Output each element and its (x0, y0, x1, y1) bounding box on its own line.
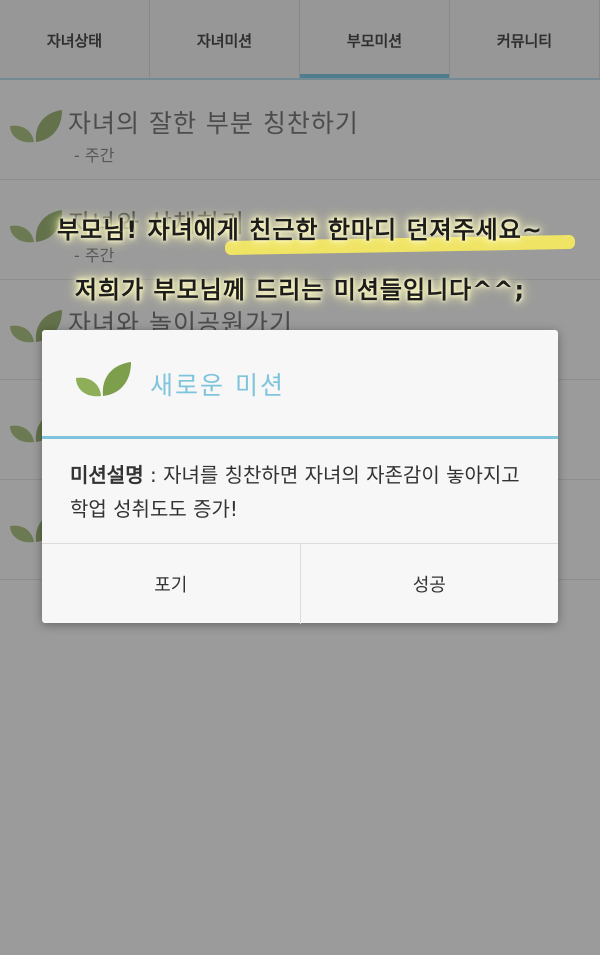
dialog-header: 새로운 미션 (42, 330, 558, 437)
dialog-divider (42, 436, 558, 439)
mission-description: 미션설명 : 자녀를 칭찬하면 자녀의 자존감이 놓아지고 학업 성취도도 증가… (70, 458, 540, 526)
success-button[interactable]: 성공 (299, 544, 559, 624)
description-label: 미션설명 (70, 463, 144, 487)
banner-line-2: 저희가 부모님께 드리는 미션들입니다^^; (74, 276, 526, 304)
dialog-title: 새로운 미션 (150, 371, 285, 400)
banner-line-1: 부모님! 자녀에게 친근한 한마디 던져주세요~ (57, 216, 543, 244)
dialog-actions: 포기 성공 (42, 543, 558, 624)
give-up-button[interactable]: 포기 (42, 544, 300, 624)
description-separator: : (143, 463, 164, 487)
new-mission-dialog: 새로운 미션 미션설명 : 자녀를 칭찬하면 자녀의 자존감이 놓아지고 학업 … (42, 330, 558, 624)
leaf-icon (76, 362, 131, 397)
